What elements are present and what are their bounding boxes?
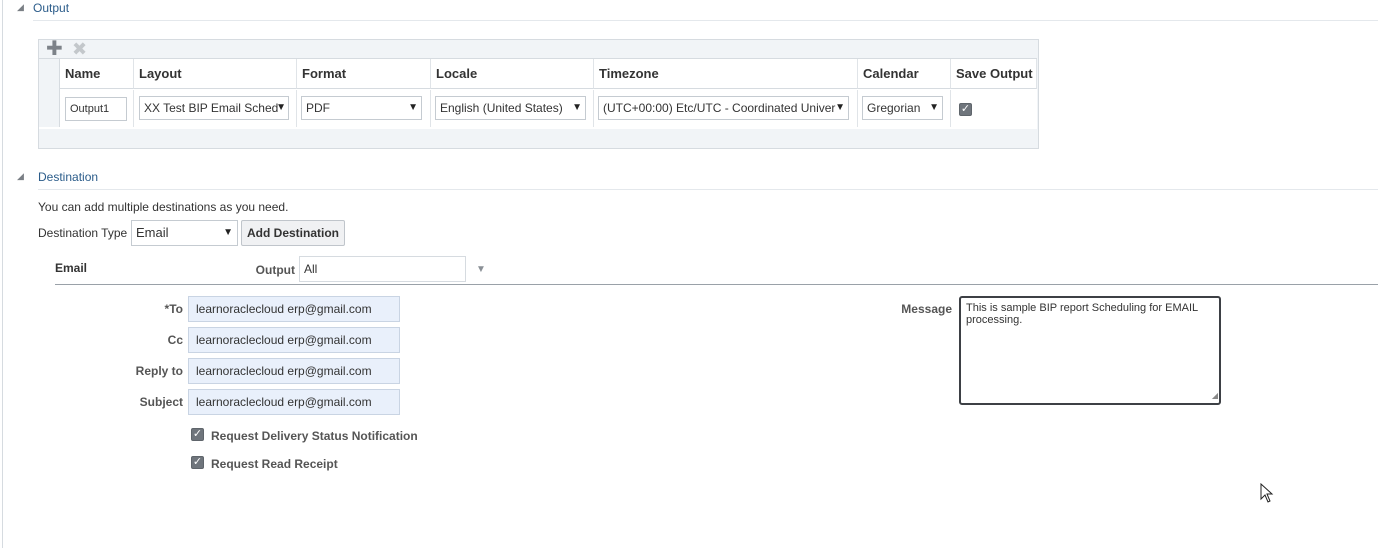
destination-type-select[interactable]: Email ▼ <box>131 220 238 246</box>
format-select[interactable]: PDF ▼ <box>301 96 422 120</box>
column-header-locale[interactable]: Locale <box>431 59 594 89</box>
subject-label: Subject <box>139 395 183 409</box>
output-select[interactable]: All <box>299 256 466 282</box>
row-selector[interactable] <box>39 59 60 127</box>
reply-to-label: Reply to <box>135 364 183 378</box>
delivery-status-label[interactable]: Request Delivery Status Notification <box>211 429 418 443</box>
destination-type-label: Destination Type <box>38 226 128 240</box>
collapse-triangle-icon[interactable]: ◢ <box>17 171 24 182</box>
output-section-title[interactable]: Output <box>33 1 69 15</box>
output-select-value: All <box>304 262 318 276</box>
message-textarea[interactable]: This is sample BIP report Scheduling for… <box>959 296 1221 405</box>
delivery-status-checkbox[interactable]: ✓ <box>191 428 204 441</box>
reply-to-field[interactable]: learnoraclecloud erp@gmail.com <box>188 358 400 384</box>
email-divider <box>55 284 1378 285</box>
timezone-select-value: (UTC+00:00) Etc/UTC - Coordinated Univer <box>603 101 836 115</box>
format-select-value: PDF <box>306 101 330 115</box>
output-section-divider <box>33 20 1378 21</box>
resize-grip-icon[interactable]: ◢ <box>1212 390 1218 402</box>
output-label: Output <box>255 263 295 277</box>
layout-select-value: XX Test BIP Email Sched <box>144 101 279 115</box>
dropdown-arrow-icon: ▼ <box>276 102 286 113</box>
read-receipt-label[interactable]: Request Read Receipt <box>211 457 338 471</box>
dropdown-arrow-icon: ▼ <box>223 227 233 238</box>
dropdown-arrow-icon: ▼ <box>929 102 939 113</box>
message-label: Message <box>901 302 952 316</box>
locale-select-value: English (United States) <box>440 101 563 115</box>
plus-icon[interactable]: ✚ <box>46 39 63 59</box>
message-text: This is sample BIP report Scheduling for… <box>966 302 1198 326</box>
close-icon[interactable]: ✖ <box>72 39 87 59</box>
column-header-save-output[interactable]: Save Output <box>951 59 1037 89</box>
destination-section-divider <box>38 189 1378 190</box>
subject-field[interactable]: learnoraclecloud erp@gmail.com <box>188 389 400 415</box>
column-header-format[interactable]: Format <box>297 59 431 89</box>
column-header-layout[interactable]: Layout <box>134 59 297 89</box>
save-output-checkbox[interactable]: ✓ <box>959 103 972 116</box>
destination-hint: You can add multiple destinations as you… <box>38 200 289 214</box>
layout-select[interactable]: XX Test BIP Email Sched ▼ <box>139 96 289 120</box>
read-receipt-checkbox[interactable]: ✓ <box>191 456 204 469</box>
destination-section-title[interactable]: Destination <box>38 170 98 184</box>
cc-label: Cc <box>167 333 183 347</box>
cc-field[interactable]: learnoraclecloud erp@gmail.com <box>188 327 400 353</box>
column-header-timezone[interactable]: Timezone <box>594 59 858 89</box>
output-name-input[interactable]: Output1 <box>65 97 127 121</box>
to-label: *To <box>164 302 183 316</box>
email-heading: Email <box>55 261 88 275</box>
collapse-triangle-icon[interactable]: ◢ <box>17 2 24 13</box>
dropdown-arrow-icon: ▼ <box>572 102 582 113</box>
add-destination-button[interactable]: Add Destination <box>241 220 345 246</box>
calendar-select[interactable]: Gregorian ▼ <box>862 96 943 120</box>
dropdown-arrow-icon[interactable]: ▼ <box>476 264 486 275</box>
calendar-select-value: Gregorian <box>867 101 921 115</box>
locale-select[interactable]: English (United States) ▼ <box>435 96 586 120</box>
mouse-cursor-icon <box>1260 483 1274 503</box>
column-header-name[interactable]: Name <box>60 59 134 89</box>
column-header-calendar[interactable]: Calendar <box>858 59 951 89</box>
to-field[interactable]: learnoraclecloud erp@gmail.com <box>188 296 400 322</box>
dropdown-arrow-icon: ▼ <box>835 102 845 113</box>
destination-type-value: Email <box>136 225 169 240</box>
timezone-select[interactable]: (UTC+00:00) Etc/UTC - Coordinated Univer… <box>598 96 849 120</box>
left-border <box>2 0 3 548</box>
dropdown-arrow-icon: ▼ <box>408 102 418 113</box>
